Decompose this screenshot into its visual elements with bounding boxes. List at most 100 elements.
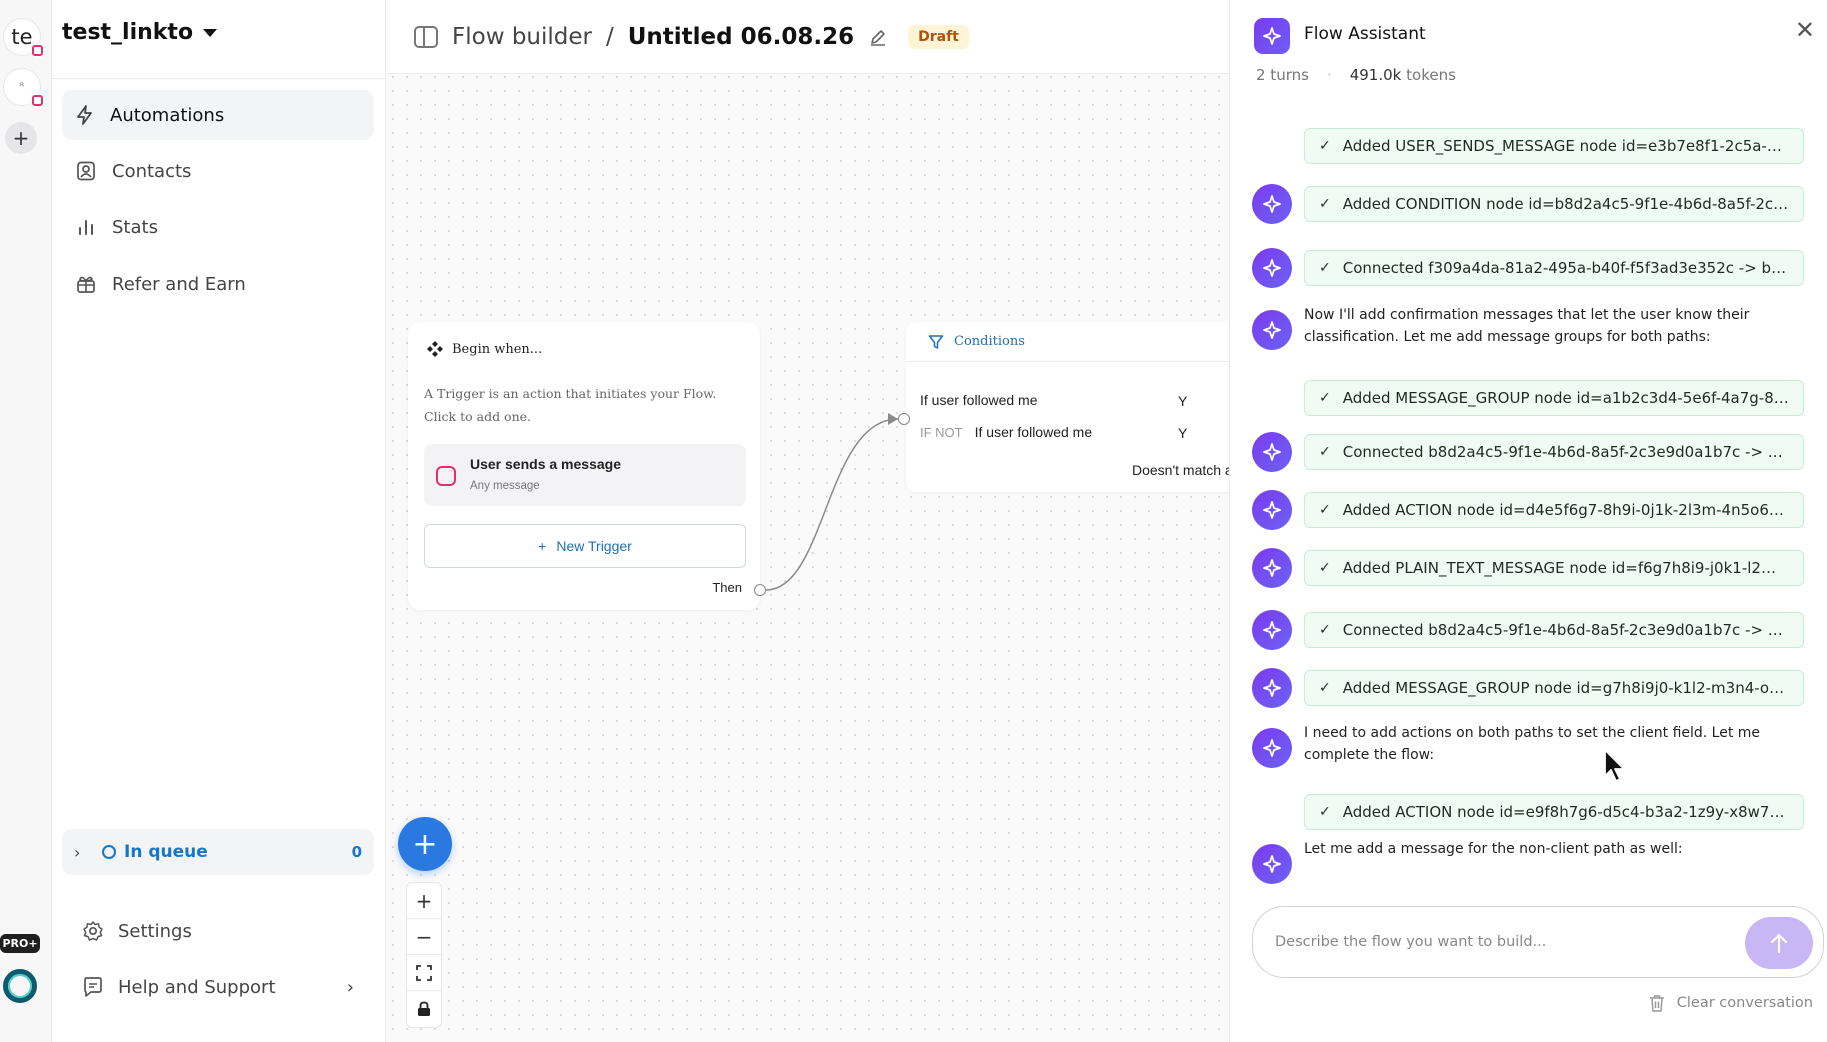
add-node-button[interactable]: + bbox=[398, 817, 452, 871]
tool-result-text: Added PLAIN_TEXT_MESSAGE node id=f6g7h8i… bbox=[1342, 559, 1789, 577]
tool-result-item[interactable]: ✓ Added MESSAGE_GROUP node id=g7h8i9j0-k1… bbox=[1304, 670, 1804, 706]
tool-result-text: Added MESSAGE_GROUP node id=a1b2c3d4-5e6… bbox=[1342, 389, 1789, 407]
send-button[interactable] bbox=[1745, 917, 1813, 969]
check-icon: ✓ bbox=[1319, 804, 1331, 820]
fit-view-icon[interactable] bbox=[407, 955, 441, 991]
assistant-avatar-icon bbox=[1252, 610, 1292, 650]
pro-plan-badge: PRO+ bbox=[0, 934, 40, 953]
account-initials-secondary: ᴿ bbox=[19, 81, 25, 93]
sidebar-item-label: Contacts bbox=[112, 160, 192, 182]
trigger-item-subtitle: Any message bbox=[470, 480, 540, 492]
sidebar-item-label: Stats bbox=[112, 216, 158, 238]
check-icon: ✓ bbox=[1319, 444, 1331, 460]
sidebar-item-label: Refer and Earn bbox=[112, 273, 246, 295]
tokens-label: tokens bbox=[1406, 66, 1456, 84]
close-icon[interactable]: ✕ bbox=[1795, 16, 1815, 44]
tool-result-item[interactable]: ✓ Added ACTION node id=e9f8h7g6-d5c4-b3a2… bbox=[1304, 794, 1804, 830]
add-account-button[interactable]: + bbox=[5, 122, 37, 154]
canvas-controls: + − bbox=[406, 882, 442, 1028]
instagram-icon bbox=[436, 466, 456, 486]
check-icon: ✓ bbox=[1319, 680, 1331, 696]
tool-result-item[interactable]: ✓ Connected b8d2a4c5-9f1e-4b6d-8a5f-2c3e9… bbox=[1304, 434, 1804, 470]
clear-conversation-button[interactable]: Clear conversation bbox=[1649, 994, 1813, 1012]
zoom-in-icon[interactable]: + bbox=[407, 883, 441, 919]
prompt-input[interactable] bbox=[1275, 934, 1715, 950]
gift-icon bbox=[77, 276, 95, 293]
assistant-message-text: I need to add actions on both paths to s… bbox=[1304, 725, 1761, 763]
lightning-icon bbox=[77, 105, 92, 125]
account-rail: te ᴿ + PRO+ bbox=[0, 0, 52, 1042]
arrow-up-icon bbox=[1770, 933, 1788, 954]
caret-down-icon bbox=[203, 28, 218, 37]
assistant-usage: 2 turns · 491.0k tokens bbox=[1256, 66, 1456, 84]
trash-icon bbox=[1649, 995, 1664, 1012]
workspace-name: test_linkto bbox=[62, 20, 194, 45]
condition-row: If user followed me bbox=[920, 392, 1038, 408]
sidebar-item-automations[interactable]: Automations bbox=[62, 90, 374, 140]
trigger-item[interactable]: User sends a message Any message bbox=[424, 444, 746, 506]
sparkle-icon bbox=[1254, 18, 1290, 54]
tool-result-item[interactable]: ✓ Added USER_SENDS_MESSAGE node id=e3b7e8… bbox=[1304, 128, 1804, 164]
clear-conversation-label: Clear conversation bbox=[1676, 995, 1813, 1011]
assistant-avatar-icon bbox=[1252, 728, 1292, 768]
assistant-message-text: Now I'll add confirmation messages that … bbox=[1304, 307, 1750, 345]
meta-separator: · bbox=[1326, 66, 1332, 84]
account-avatar-secondary[interactable]: ᴿ bbox=[3, 68, 45, 108]
queue-toggle[interactable]: › In queue 0 bbox=[62, 829, 374, 875]
tool-result-text: Connected b8d2a4c5-9f1e-4b6d-8a5f-2c3e9d… bbox=[1342, 621, 1789, 639]
tool-result-item[interactable]: ✓ Added MESSAGE_GROUP node id=a1b2c3d4-5e… bbox=[1304, 380, 1804, 416]
turns-count: 2 turns bbox=[1256, 66, 1309, 84]
trigger-description: A Trigger is an action that initiates yo… bbox=[424, 386, 717, 424]
flow-canvas[interactable]: Flow builder / Untitled 06.08.26 Draft B… bbox=[386, 0, 1229, 1042]
condition-text: If user followed me bbox=[974, 424, 1093, 440]
sidebar-divider bbox=[52, 78, 386, 79]
workspace-switcher[interactable]: test_linkto bbox=[62, 20, 218, 45]
assistant-avatar-icon bbox=[1252, 184, 1292, 224]
condition-row-negated: IF NOT If user followed me bbox=[920, 424, 1092, 440]
mouse-cursor-icon bbox=[1604, 749, 1625, 782]
new-trigger-button[interactable]: + New Trigger bbox=[424, 524, 746, 568]
check-icon: ✓ bbox=[1319, 622, 1331, 638]
diamond-grid-icon bbox=[427, 341, 443, 357]
tool-result-item[interactable]: ✓ Added ACTION node id=d4e5f6g7-8h9i-0j1k… bbox=[1304, 492, 1804, 528]
tool-result-item[interactable]: ✓ Added PLAIN_TEXT_MESSAGE node id=f6g7h8… bbox=[1304, 550, 1804, 586]
input-handle[interactable] bbox=[898, 413, 910, 425]
queue-label: In queue bbox=[124, 842, 208, 862]
queue-count: 0 bbox=[351, 843, 362, 861]
clock-icon bbox=[102, 845, 116, 859]
trigger-node-header: Begin when... bbox=[426, 340, 542, 358]
message-list[interactable]: ✓ Added USER_SENDS_MESSAGE node id=e3b7e8… bbox=[1230, 100, 1827, 894]
filter-icon bbox=[928, 334, 944, 349]
check-icon: ✓ bbox=[1319, 502, 1331, 518]
sidebar-item-label: Automations bbox=[110, 104, 225, 126]
tool-result-item[interactable]: ✓ Connected f309a4da-81a2-495a-b40f-f5f3a… bbox=[1304, 250, 1804, 286]
assistant-message-text: Let me add a message for the non-client … bbox=[1304, 841, 1683, 857]
settings-button[interactable]: Settings bbox=[82, 920, 354, 942]
condition-output-label: Y bbox=[1178, 425, 1188, 441]
new-trigger-label: New Trigger bbox=[556, 538, 632, 554]
sidebar-item-refer[interactable]: Refer and Earn bbox=[62, 259, 374, 309]
trigger-node[interactable]: Begin when... A Trigger is an action tha… bbox=[408, 322, 760, 610]
account-avatar-primary[interactable]: te bbox=[3, 18, 45, 58]
fallback-label: Doesn't match a bbox=[1132, 462, 1229, 478]
instagram-badge-icon bbox=[30, 93, 45, 108]
sidebar-item-stats[interactable]: Stats bbox=[62, 202, 374, 252]
if-not-prefix: IF NOT bbox=[920, 425, 963, 440]
zoom-out-icon[interactable]: − bbox=[407, 919, 441, 955]
brand-logo-icon[interactable] bbox=[3, 969, 37, 1003]
conditions-node[interactable]: Conditions If user followed me Y IF NOT I… bbox=[906, 322, 1229, 492]
sidebar-item-contacts[interactable]: Contacts bbox=[62, 146, 374, 196]
check-icon: ✓ bbox=[1319, 390, 1331, 406]
trigger-item-title: User sends a message bbox=[470, 456, 621, 472]
tool-result-text: Added MESSAGE_GROUP node id=g7h8i9j0-k1l… bbox=[1342, 679, 1789, 697]
output-handle[interactable] bbox=[754, 584, 766, 596]
chevron-right-icon: › bbox=[74, 842, 81, 862]
tool-result-item[interactable]: ✓ Added CONDITION node id=b8d2a4c5-9f1e-4… bbox=[1304, 186, 1804, 222]
tool-result-text: Connected f309a4da-81a2-495a-b40f-f5f3ad… bbox=[1342, 259, 1789, 277]
lock-icon[interactable] bbox=[407, 991, 441, 1027]
condition-text: If user followed me bbox=[920, 392, 1038, 408]
help-support-button[interactable]: Help and Support › bbox=[82, 976, 354, 998]
gear-icon bbox=[83, 921, 103, 941]
condition-output-label: Y bbox=[1178, 393, 1188, 409]
tool-result-item[interactable]: ✓ Connected b8d2a4c5-9f1e-4b6d-8a5f-2c3e9… bbox=[1304, 612, 1804, 648]
